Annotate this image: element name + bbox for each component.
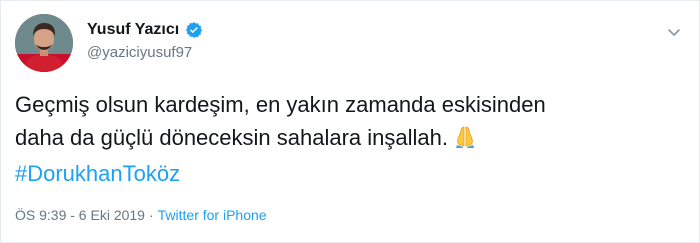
tweet-text-line-1: Geçmiş olsun kardeşim, en yakın zamanda …: [15, 92, 546, 117]
hashtag-row: #DorukhanToköz: [15, 157, 675, 190]
author-handle[interactable]: @yaziciyusuf97: [87, 44, 192, 62]
verified-badge-icon: [185, 21, 203, 39]
author-display-name[interactable]: Yusuf Yazıcı: [87, 20, 179, 40]
tweet-text-line-2-row: daha da güçlü döneceksin sahalara inşall…: [15, 121, 675, 157]
meta-separator: ·: [148, 207, 154, 223]
chevron-down-icon[interactable]: [665, 23, 683, 41]
tweet-timestamp[interactable]: ÖS 9:39 - 6 Eki 2019: [15, 207, 145, 223]
tweet-text: Geçmiş olsun kardeşim, en yakın zamanda …: [15, 88, 675, 190]
hashtag-link[interactable]: #DorukhanToköz: [15, 161, 180, 186]
tweet-source-link[interactable]: Twitter for iPhone: [158, 207, 267, 223]
author-name-row: Yusuf Yazıcı: [87, 20, 203, 40]
avatar[interactable]: [15, 14, 73, 72]
tweet-card: Yusuf Yazıcı @yaziciyusuf97 Geçmiş olsun…: [0, 0, 700, 243]
folded-hands-emoji: [454, 124, 476, 157]
tweet-text-line-2: daha da güçlü döneceksin sahalara inşall…: [15, 125, 448, 150]
tweet-meta: ÖS 9:39 - 6 Eki 2019 · Twitter for iPhone: [15, 206, 267, 224]
